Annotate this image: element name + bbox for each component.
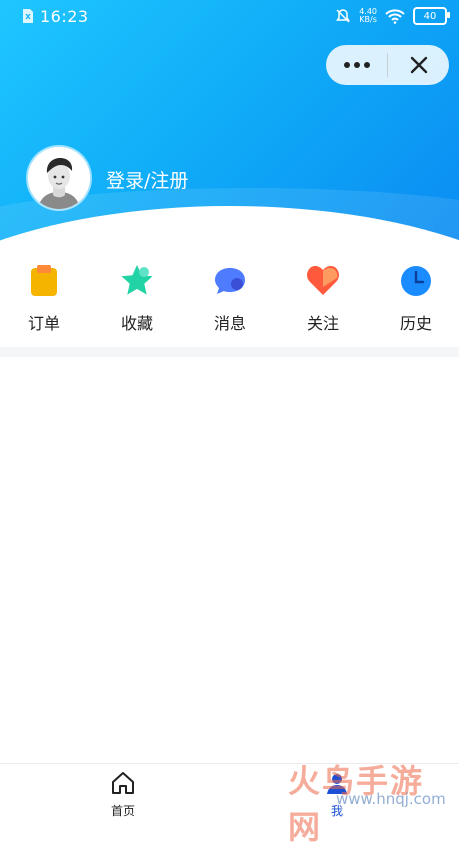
menu-item-label: 关注 [306,314,339,333]
battery-level: 40 [423,10,437,22]
more-button[interactable] [326,45,387,85]
login-register-link[interactable]: 登录/注册 [106,166,188,193]
battery-indicator: 40 [413,7,450,25]
status-bar: 16:23 4.40 KB/s 40 [0,0,459,34]
close-icon [410,56,427,74]
menu-item-follow[interactable]: 关注 [288,258,358,333]
star-icon [121,265,153,295]
quick-menu: 订单 收藏 消息 关注 历史 [0,258,459,338]
tab-label: 我 [330,804,343,818]
menu-item-history[interactable]: 历史 [381,258,451,333]
wifi-icon [385,9,405,24]
menu-item-label: 消息 [213,314,246,333]
more-dots-icon [343,62,370,68]
net-speed-unit: KB/s [359,15,377,24]
sim-icon [23,9,33,23]
status-time: 16:23 [40,7,89,26]
close-button[interactable] [388,45,449,85]
menu-item-label: 订单 [27,314,60,333]
message-icon [215,268,245,294]
mini-program-capsule [326,45,449,85]
profile-icon [327,774,347,794]
avatar-icon [28,147,90,209]
mute-bell-icon [336,9,351,23]
menu-item-messages[interactable]: 消息 [195,258,265,333]
heart-icon [307,265,339,295]
net-speed: 4.40 KB/s [359,8,377,24]
menu-item-favorites[interactable]: 收藏 [102,258,172,333]
tab-home[interactable]: 首页 [93,770,153,819]
avatar[interactable] [28,147,90,209]
tab-label: 首页 [110,804,135,818]
tab-me[interactable]: 我 [307,770,367,819]
clock-icon [401,266,431,296]
bottom-tab-bar: 首页 我 [0,763,459,818]
home-icon [112,772,134,794]
menu-item-orders[interactable]: 订单 [9,258,79,333]
menu-item-label: 历史 [399,314,432,333]
section-divider [0,347,459,357]
menu-item-label: 收藏 [120,314,153,333]
order-icon [31,265,57,296]
